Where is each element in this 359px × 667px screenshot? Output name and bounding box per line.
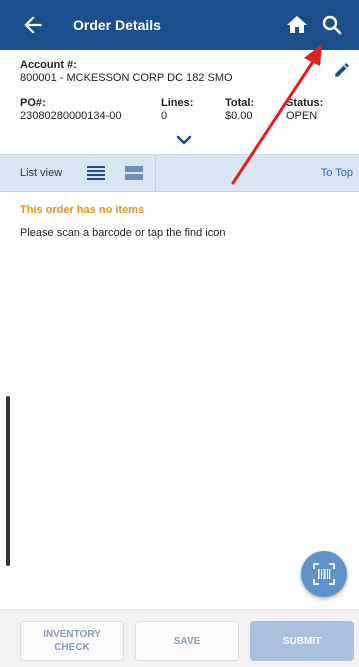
total-value: $0.00 <box>225 110 253 122</box>
list-view-icon[interactable] <box>87 165 105 181</box>
po-label: PO#: <box>20 97 46 109</box>
view-toolbar: List view To Top <box>0 155 359 192</box>
to-top-link[interactable]: To Top <box>321 167 353 179</box>
account-label: Account #: <box>20 59 77 71</box>
lines-value: 0 <box>161 110 168 122</box>
po-value: 23080280000134-00 <box>20 110 122 122</box>
app-header: Order Details <box>0 0 359 50</box>
order-summary: Account #: 800001 - MCKESSON CORP DC 182… <box>0 50 359 155</box>
status-value: OPEN <box>286 110 318 122</box>
toolbar-divider <box>155 155 156 192</box>
chevron-down-icon[interactable] <box>175 134 193 148</box>
scroll-handle[interactable] <box>6 396 10 566</box>
barcode-scan-button[interactable] <box>301 551 347 597</box>
action-footer: INVENTORY CHECK SAVE SUBMIT <box>0 609 359 667</box>
lines-label: Lines: <box>161 97 194 109</box>
scan-hint-message: Please scan a barcode or tap the find ic… <box>20 227 226 239</box>
inventory-check-button[interactable]: INVENTORY CHECK <box>20 621 124 661</box>
no-items-message: This order has no items <box>20 204 145 216</box>
edit-pencil-icon[interactable] <box>333 61 351 79</box>
list-view-label: List view <box>20 167 63 179</box>
inventory-check-label-line1: INVENTORY <box>43 629 101 640</box>
account-value: 800001 - MCKESSON CORP DC 182 SMO <box>20 72 233 84</box>
page-title: Order Details <box>73 17 161 33</box>
back-arrow-icon[interactable] <box>20 12 46 38</box>
home-icon[interactable] <box>285 13 309 37</box>
status-label: Status: <box>286 97 324 109</box>
submit-button[interactable]: SUBMIT <box>250 621 354 661</box>
inventory-check-label-line2: CHECK <box>54 642 90 653</box>
total-label: Total: <box>225 97 255 109</box>
search-icon[interactable] <box>320 13 344 37</box>
save-button[interactable]: SAVE <box>135 621 239 661</box>
barcode-scanner-icon <box>313 563 335 585</box>
card-view-icon[interactable] <box>125 165 143 181</box>
